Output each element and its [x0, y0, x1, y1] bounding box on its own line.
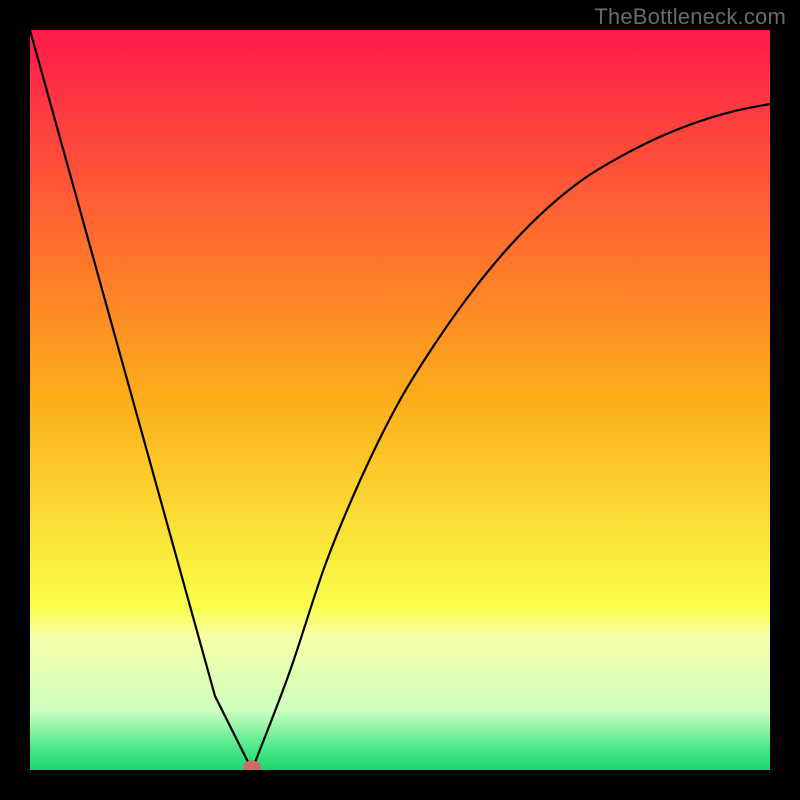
- chart-frame: [30, 30, 770, 770]
- watermark-text: TheBottleneck.com: [594, 4, 786, 30]
- chart-svg: [30, 30, 770, 770]
